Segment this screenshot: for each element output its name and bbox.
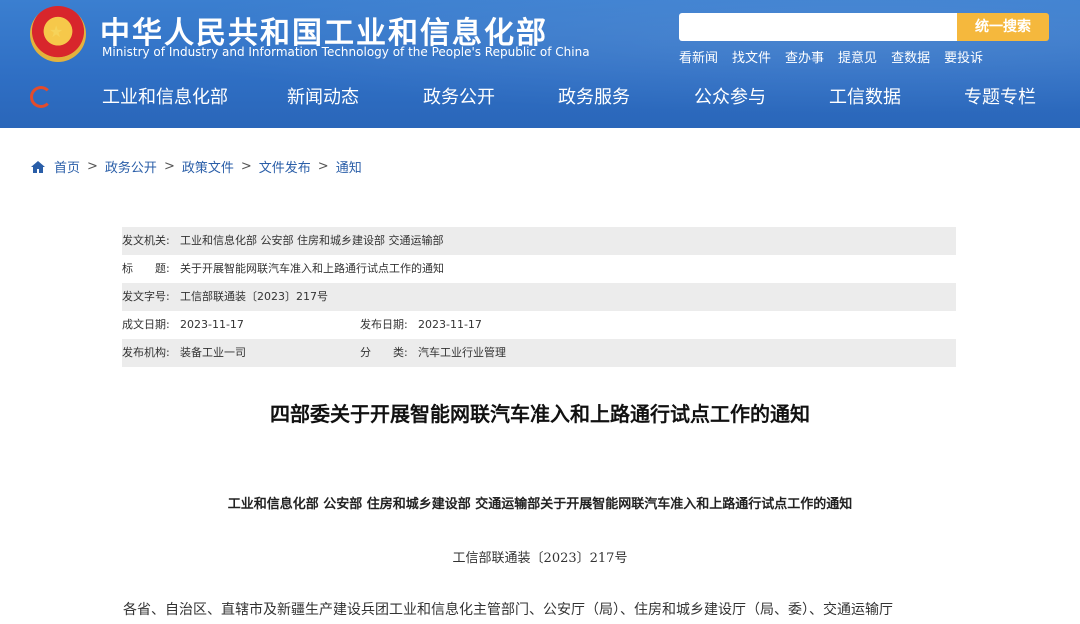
breadcrumb-policy-files[interactable]: 政策文件 bbox=[182, 157, 234, 176]
meta-row-agency: 发布机构: 装备工业一司 分 类: 汽车工业行业管理 bbox=[122, 339, 956, 367]
meta-agency-label: 发布机构: bbox=[122, 346, 170, 359]
document-heading: 工业和信息化部 公安部 住房和城乡建设部 交通运输部关于开展智能网联汽车准入和上… bbox=[227, 497, 853, 512]
quick-link-news[interactable]: 看新闻 bbox=[679, 47, 718, 66]
search-input[interactable] bbox=[679, 13, 957, 41]
breadcrumb-separator: > bbox=[87, 159, 98, 174]
nav-item-ministry[interactable]: 工业和信息化部 bbox=[102, 84, 228, 112]
document-number: 工信部联通装〔2023〕217号 bbox=[452, 551, 628, 566]
breadcrumb-home[interactable]: 首页 bbox=[54, 157, 80, 176]
meta-agency-value: 装备工业一司 bbox=[180, 346, 246, 359]
document-meta-table: 发文机关: 工业和信息化部 公安部 住房和城乡建设部 交通运输部 标 题: 关于… bbox=[122, 227, 956, 367]
quick-link-data[interactable]: 查数据 bbox=[891, 47, 930, 66]
meta-row-dates: 成文日期: 2023-11-17 发布日期: 2023-11-17 bbox=[122, 311, 956, 339]
site-header: ★ 中华人民共和国工业和信息化部 Ministry of Industry an… bbox=[0, 0, 1080, 128]
meta-published-label: 发布日期: bbox=[360, 318, 408, 331]
breadcrumb-separator: > bbox=[240, 159, 252, 174]
quick-link-services[interactable]: 查办事 bbox=[785, 47, 824, 66]
meta-category-value: 汽车工业行业管理 bbox=[418, 346, 506, 359]
meta-created-value: 2023-11-17 bbox=[180, 318, 244, 331]
nav-item-topics[interactable]: 专题专栏 bbox=[964, 84, 1036, 112]
nav-item-services[interactable]: 政务服务 bbox=[558, 84, 630, 112]
document-body-text: 各省、自治区、直辖市及新疆生产建设兵团工业和信息化主管部门、公安厅（局）、住房和… bbox=[123, 602, 893, 618]
meta-created-label: 成文日期: bbox=[122, 318, 170, 331]
meta-issuer-value: 工业和信息化部 公安部 住房和城乡建设部 交通运输部 bbox=[180, 234, 444, 247]
national-emblem-icon[interactable]: ★ bbox=[30, 6, 86, 62]
breadcrumb: 首页 > 政务公开 > 政策文件 > 文件发布 > 通知 bbox=[30, 157, 362, 176]
nav-item-participation[interactable]: 公众参与 bbox=[694, 84, 766, 112]
meta-published-value: 2023-11-17 bbox=[418, 318, 482, 331]
meta-docno-value: 工信部联通装〔2023〕217号 bbox=[180, 290, 328, 303]
meta-issuer-label: 发文机关: bbox=[122, 234, 170, 247]
nav-item-open-affairs[interactable]: 政务公开 bbox=[423, 84, 495, 112]
breadcrumb-open-affairs[interactable]: 政务公开 bbox=[105, 157, 157, 176]
meta-docno-label: 发文字号: bbox=[122, 290, 170, 303]
quick-link-files[interactable]: 找文件 bbox=[732, 47, 771, 66]
search-button[interactable]: 统一搜索 bbox=[957, 13, 1049, 41]
nav-item-data[interactable]: 工信数据 bbox=[829, 84, 901, 112]
site-subtitle: Ministry of Industry and Information Tec… bbox=[102, 45, 590, 59]
meta-row-title: 标 题: 关于开展智能网联汽车准入和上路通行试点工作的通知 bbox=[122, 255, 956, 283]
nav-item-news[interactable]: 新闻动态 bbox=[287, 84, 359, 112]
quick-link-complaint[interactable]: 要投诉 bbox=[944, 47, 983, 66]
quick-link-feedback[interactable]: 提意见 bbox=[838, 47, 877, 66]
breadcrumb-separator: > bbox=[317, 159, 329, 174]
quick-links: 看新闻 找文件 查办事 提意见 查数据 要投诉 bbox=[679, 47, 983, 66]
meta-row-docno: 发文字号: 工信部联通装〔2023〕217号 bbox=[122, 283, 956, 311]
breadcrumb-separator: > bbox=[163, 159, 175, 174]
home-icon[interactable] bbox=[30, 159, 46, 175]
meta-title-label: 标 题: bbox=[122, 262, 170, 275]
meta-row-issuer: 发文机关: 工业和信息化部 公安部 住房和城乡建设部 交通运输部 bbox=[122, 227, 956, 255]
main-nav: 工业和信息化部 新闻动态 政务公开 政务服务 公众参与 工信数据 专题专栏 bbox=[0, 84, 1080, 114]
meta-title-value: 关于开展智能网联汽车准入和上路通行试点工作的通知 bbox=[180, 262, 444, 275]
breadcrumb-notice[interactable]: 通知 bbox=[336, 157, 362, 176]
meta-category-label: 分 类: bbox=[360, 346, 408, 359]
article-title: 四部委关于开展智能网联汽车准入和上路通行试点工作的通知 bbox=[270, 402, 810, 426]
breadcrumb-file-release[interactable]: 文件发布 bbox=[259, 157, 311, 176]
